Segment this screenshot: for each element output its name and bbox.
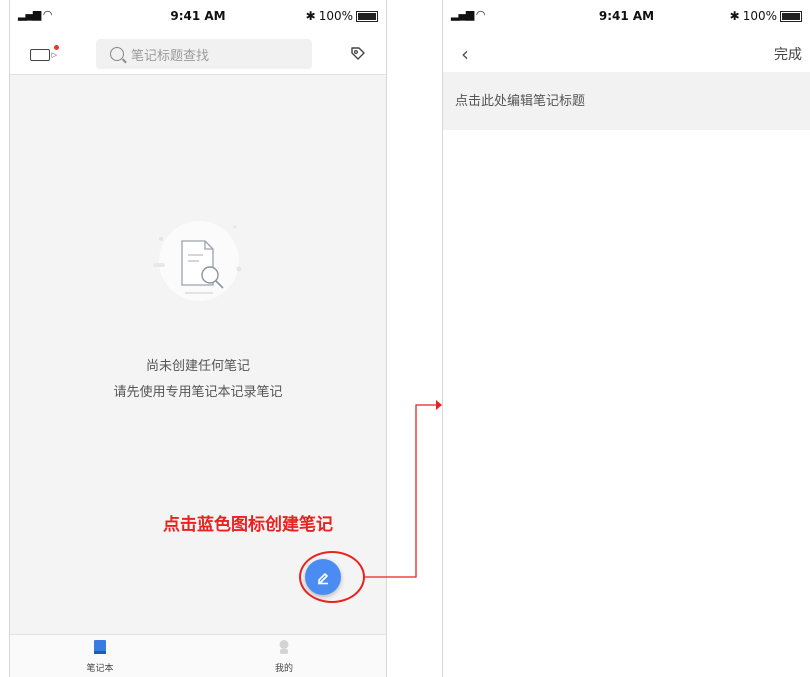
battery-percent: 100% — [742, 9, 777, 23]
search-input[interactable]: 笔记标题查找 — [96, 39, 312, 69]
status-bar: ▂▄▆ ◠ 9:41 AM ✱ 100% — [443, 8, 810, 28]
battery-indicator: ✱ 100% — [306, 9, 378, 23]
battery-indicator: ✱ 100% — [730, 9, 802, 23]
notebook-icon — [94, 640, 106, 654]
status-bar: ▂▄▆ ◠ 9:41 AM ✱ 100% — [10, 8, 386, 28]
instruction-callout: 点击蓝色图标创建笔记 — [163, 515, 333, 535]
notification-dot — [54, 45, 59, 50]
note-title-placeholder: 点击此处编辑笔记标题 — [455, 94, 586, 109]
battery-percent: 100% — [318, 9, 353, 23]
back-chevron-icon[interactable]: ‹ — [461, 42, 469, 66]
note-editor-screen: ▂▄▆ ◠ 9:41 AM ✱ 100% ‹ 完成 点击此处编辑笔记标题 — [442, 0, 810, 677]
bluetooth-icon: ✱ — [305, 9, 316, 23]
battery-icon — [780, 10, 802, 22]
highlight-ring — [299, 551, 365, 603]
empty-state-subtitle: 请先使用专用笔记本记录笔记 — [113, 385, 283, 400]
search-icon — [110, 47, 124, 61]
tab-notebook[interactable]: 笔记本 — [70, 639, 130, 674]
bottom-tab-bar: 笔记本 我的 — [10, 634, 386, 677]
profile-icon — [279, 640, 289, 654]
sidebar-toggle-icon[interactable]: ▷ — [30, 49, 57, 61]
empty-notes-illustration — [153, 221, 242, 301]
tab-mine-label: 我的 — [274, 664, 293, 674]
battery-icon — [356, 10, 378, 22]
search-placeholder: 笔记标题查找 — [131, 48, 210, 64]
done-button[interactable]: 完成 — [774, 44, 802, 64]
note-title-field[interactable]: 点击此处编辑笔记标题 — [443, 72, 810, 130]
bluetooth-icon: ✱ — [729, 9, 740, 23]
editor-nav-bar: ‹ 完成 — [443, 36, 810, 72]
top-bar: ▷ 笔记标题查找 — [10, 36, 386, 75]
tab-mine[interactable]: 我的 — [254, 639, 314, 674]
tag-icon[interactable] — [350, 46, 366, 62]
empty-state-title: 尚未创建任何笔记 — [145, 359, 250, 374]
tab-notebook-label: 笔记本 — [86, 664, 114, 674]
